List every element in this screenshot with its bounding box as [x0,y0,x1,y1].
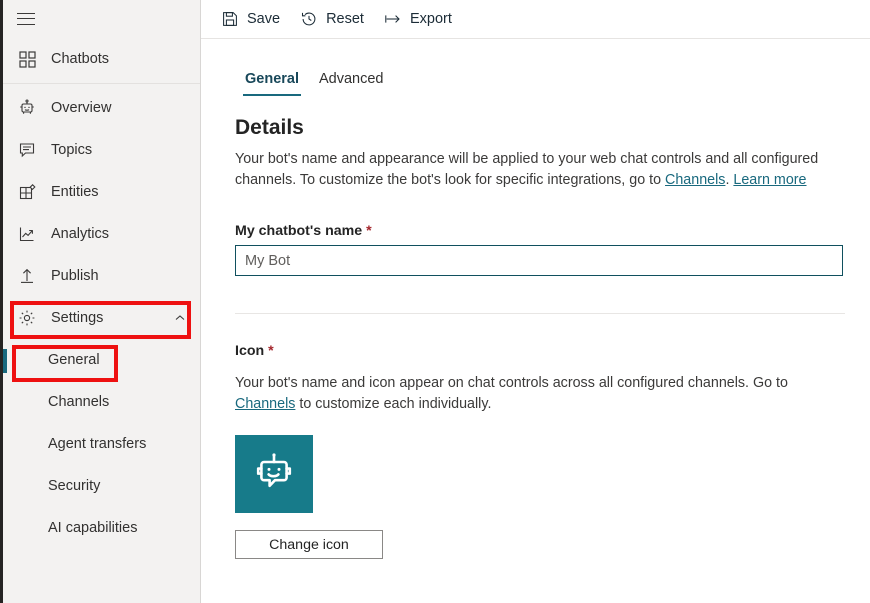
icon-description: Your bot's name and icon appear on chat … [235,373,825,415]
icon-section-label: Icon * [235,343,870,359]
gear-icon [17,308,37,328]
sidebar-subitem-label: Channels [48,394,110,410]
details-description: Your bot's name and appearance will be a… [235,149,825,191]
icon-desc-text-2: to customize each individually. [295,396,492,412]
export-button[interactable]: Export [376,3,460,35]
sidebar-item-label: Settings [51,310,104,326]
learn-more-link[interactable]: Learn more [733,172,806,188]
sidebar-item-label: Topics [51,142,93,158]
tab-label: Advanced [319,71,384,87]
main-content: Save Reset Export General Advanced Detai… [201,0,870,603]
tab-advanced[interactable]: Advanced [309,67,394,96]
clock-undo-icon [300,10,318,28]
channels-link[interactable]: Channels [665,172,725,188]
sidebar-subitem-label: Security [48,478,101,494]
sidebar-divider [0,83,200,84]
sidebar-subitem-label: AI capabilities [48,520,138,536]
sidebar-item-label: Entities [51,184,99,200]
sidebar-item-ai-capabilities[interactable]: AI capabilities [0,507,200,549]
sidebar-item-label: Overview [51,100,112,116]
sidebar: Chatbots Overview Topics Entities Analyt… [0,0,201,603]
sidebar-item-security[interactable]: Security [0,465,200,507]
sidebar-item-topics[interactable]: Topics [0,129,200,171]
hamburger-menu-icon[interactable] [17,12,35,26]
reset-button[interactable]: Reset [292,3,372,35]
page-title: Details [235,116,304,139]
sidebar-item-agent-transfers[interactable]: Agent transfers [0,423,200,465]
command-toolbar: Save Reset Export [201,0,870,39]
hamburger-row [0,0,200,38]
chat-bubble-icon [17,140,37,160]
entities-grid-icon [17,182,37,202]
section-divider [235,313,845,314]
sidebar-item-entities[interactable]: Entities [0,171,200,213]
chatbot-name-label: My chatbot's name * [235,223,870,239]
sidebar-item-channels[interactable]: Channels [0,381,200,423]
save-label: Save [247,11,281,27]
chatbot-name-input[interactable] [235,245,843,276]
chart-line-icon [17,224,37,244]
robot-icon [17,98,37,118]
sidebar-subitem-label: General [48,352,100,368]
bot-avatar-icon [251,449,297,500]
change-icon-button[interactable]: Change icon [235,530,383,559]
sidebar-item-label: Publish [51,268,99,284]
sidebar-item-publish[interactable]: Publish [0,255,200,297]
tab-general[interactable]: General [235,67,309,96]
sidebar-item-label: Analytics [51,226,110,242]
bot-icon-tile[interactable] [235,435,313,513]
channels-link[interactable]: Channels [235,396,295,412]
sidebar-item-settings[interactable]: Settings [0,297,200,339]
tab-label: General [245,71,299,87]
chevron-up-icon[interactable] [174,312,186,324]
sidebar-item-label: Chatbots [51,51,110,67]
sidebar-item-general[interactable]: General [0,339,200,381]
export-label: Export [409,11,452,27]
left-edge-rail [0,0,3,603]
sidebar-item-overview[interactable]: Overview [0,87,200,129]
reset-label: Reset [326,11,364,27]
tab-strip: General Advanced [235,67,870,96]
grid-icon [17,49,37,69]
save-floppy-icon [221,10,239,28]
required-asterisk: * [366,223,372,239]
selection-indicator [3,349,7,373]
settings-general-panel: General Advanced Details Your bot's name… [201,39,870,559]
required-asterisk: * [268,343,274,359]
export-arrow-icon [384,10,402,28]
sidebar-item-analytics[interactable]: Analytics [0,213,200,255]
icon-label-text: Icon [235,343,265,359]
chatbot-name-label-text: My chatbot's name [235,223,363,239]
save-button[interactable]: Save [213,3,288,35]
sidebar-subitem-label: Agent transfers [48,436,147,452]
sidebar-item-chatbots[interactable]: Chatbots [0,38,200,80]
upload-arrow-icon [17,266,37,286]
icon-desc-text-1: Your bot's name and icon appear on chat … [235,375,788,391]
